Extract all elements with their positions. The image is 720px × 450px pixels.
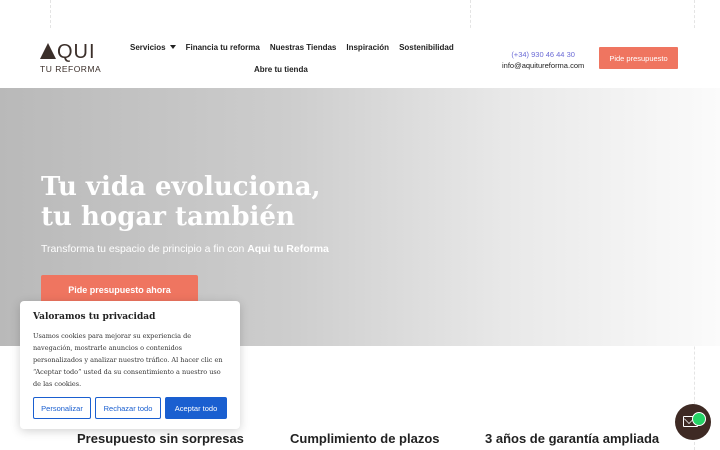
- main-nav: Servicios Financia tu reforma Nuestras T…: [130, 43, 454, 74]
- cookie-consent-dialog: Valoramos tu privacidad Usamos cookies p…: [20, 301, 240, 429]
- feature-budget: Presupuesto sin sorpresas: [77, 431, 244, 446]
- nav-item-sostenibilidad[interactable]: Sostenibilidad: [399, 43, 454, 52]
- feature-deadlines: Cumplimiento de plazos: [290, 431, 440, 446]
- cookie-accept-button[interactable]: Aceptar todo: [165, 397, 227, 419]
- contact-widget-button[interactable]: [675, 404, 711, 440]
- hero-subtitle: Transforma tu espacio de principio a fin…: [41, 243, 329, 255]
- logo[interactable]: QUI TU REFORMA: [40, 42, 101, 74]
- hero-quote-button[interactable]: Pide presupuesto ahora: [41, 275, 198, 304]
- request-quote-button[interactable]: Pide presupuesto: [599, 47, 678, 69]
- nav-item-servicios[interactable]: Servicios: [130, 43, 176, 52]
- nav-item-inspiracion[interactable]: Inspiración: [346, 43, 389, 52]
- site-header: QUI TU REFORMA Servicios Financia tu ref…: [0, 28, 720, 88]
- cookie-title: Valoramos tu privacidad: [33, 312, 156, 322]
- feature-warranty: 3 años de garantía ampliada: [485, 431, 660, 446]
- cookie-customize-button[interactable]: Personalizar: [33, 397, 91, 419]
- cookie-reject-button[interactable]: Rechazar todo: [95, 397, 161, 419]
- logo-triangle-icon: [40, 43, 56, 59]
- hero-brand-name: Aqui tu Reforma: [247, 243, 329, 255]
- chevron-down-icon: [169, 45, 176, 49]
- nav-item-tiendas[interactable]: Nuestras Tiendas: [270, 43, 337, 52]
- logo-subtitle: TU REFORMA: [40, 64, 102, 74]
- cookie-text: Usamos cookies para mejorar su experienc…: [33, 332, 223, 388]
- logo-text: QUI: [57, 41, 96, 63]
- phone-link[interactable]: (+34) 930 46 44 30: [502, 49, 584, 60]
- email-link[interactable]: info@aquitureforma.com: [502, 60, 584, 71]
- contact-info: (+34) 930 46 44 30 info@aquitureforma.co…: [502, 49, 584, 71]
- nav-item-financia[interactable]: Financia tu reforma: [186, 43, 260, 52]
- nav-item-abre-tienda[interactable]: Abre tu tienda: [254, 65, 308, 74]
- whatsapp-icon: [692, 412, 706, 426]
- hero-title: Tu vida evoluciona, tu hogar también: [41, 172, 321, 232]
